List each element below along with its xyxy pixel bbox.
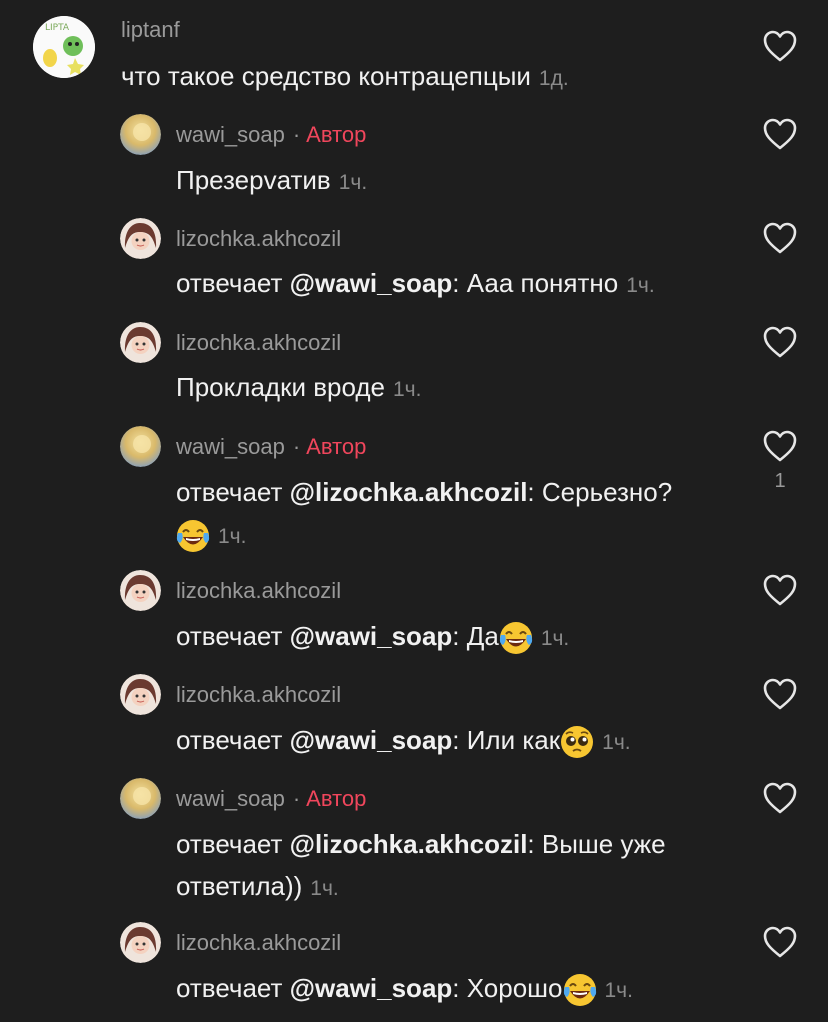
comment-text: отвечает @wawi_soap: Ааа понятно 1ч. [176,263,655,306]
comment-time: 1ч. [393,378,422,401]
avatar-wawi-soap[interactable] [120,114,161,155]
username-text[interactable]: wawi_soap [176,122,285,147]
username-text[interactable]: wawi_soap [176,786,285,811]
comment-time: 1ч. [218,525,247,548]
avatar-lizochka[interactable] [120,570,161,611]
comment-body-line2: ответила)) [176,871,303,901]
comment-username[interactable]: lizochka.akhcozil [176,226,341,252]
face-with-tears-of-joy-emoji [176,520,210,553]
comment-username[interactable]: liptanf [121,17,180,43]
username-text[interactable]: wawi_soap [176,434,285,459]
mention-link[interactable]: @wawi_soap [290,725,453,755]
comment-text: отвечает @wawi_soap: Да 1ч. [176,616,569,659]
comment-body: : Ааа понятно [452,268,619,298]
comment-time: 1ч. [338,171,368,194]
avatar-lizochka[interactable] [120,218,161,259]
comment-time: 1ч. [626,274,655,297]
face-with-tears-of-joy-emoji [563,974,596,1007]
separator-dot: · [292,786,301,811]
like-heart-icon[interactable] [762,573,798,607]
mention-link[interactable]: @wawi_soap [290,973,453,1003]
comment-body: что такое средство контрацепцыи [121,61,531,91]
comment-text-line2: 1ч. [176,514,246,557]
avatar-wawi-soap[interactable] [120,426,161,467]
separator-dot: · [292,434,301,459]
avatar-lizochka[interactable] [120,674,161,715]
like-heart-icon[interactable] [762,429,798,463]
pleading-face-emoji [561,726,594,759]
comment-text: что такое средство контрацепцыи 1д. [121,56,569,99]
mention-link[interactable]: @lizochka.akhcozil [290,829,528,859]
reply-prefix: отвечает [176,477,290,507]
comment-username[interactable]: lizochka.akhcozil [176,578,341,604]
comment-username[interactable]: wawi_soap · Автор [176,786,366,812]
mention-link[interactable]: @wawi_soap [290,268,453,298]
comment-time: 1ч. [310,877,339,900]
like-heart-icon[interactable] [762,29,798,63]
comment-body: Прокладки вроде [176,372,385,402]
reply-prefix: отвечает [176,829,290,859]
comment-text: отвечает @lizochka.akhcozil: Выше уже [176,824,666,864]
separator-dot: · [292,122,301,147]
comment-body: : Или как [452,725,561,755]
like-heart-icon[interactable] [762,221,798,255]
avatar-lizochka[interactable] [120,922,161,963]
avatar-liptanf[interactable]: LIPTA [33,16,95,78]
author-badge: Автор [306,786,367,811]
reply-prefix: отвечает [176,621,290,651]
comment-username[interactable]: lizochka.akhcozil [176,930,341,956]
mention-link[interactable]: @wawi_soap [290,621,453,651]
comment-body: : Серьезно? [527,477,673,507]
comment-text-line2: ответила)) 1ч. [176,866,339,909]
author-badge: Автор [306,434,367,459]
reply-prefix: отвечает [176,973,290,1003]
comment-username[interactable]: lizochka.akhcozil [176,682,341,708]
comment-text: Прокладки вроде 1ч. [176,367,421,410]
comment-time: 1ч. [604,979,633,1002]
comment-username[interactable]: lizochka.akhcozil [176,330,341,356]
face-with-tears-of-joy-emoji [499,622,532,655]
avatar-lizochka[interactable] [120,322,161,363]
like-heart-icon[interactable] [762,117,798,151]
comment-text: отвечает @wawi_soap: Или как 1ч. [176,720,631,763]
like-heart-icon[interactable] [762,925,798,959]
comment-body: Презерvатив [176,165,331,195]
comment-body: : Выше уже [527,829,666,859]
comment-body: : Хорошо [452,973,563,1003]
comment-text: отвечает @lizochka.akhcozil: Серьезно? [176,472,672,512]
comment-time: 1ч. [602,731,631,754]
svg-text:LIPTA: LIPTA [45,23,70,33]
reply-prefix: отвечает [176,268,290,298]
like-heart-icon[interactable] [762,325,798,359]
comment-username[interactable]: wawi_soap · Автор [176,434,366,460]
like-heart-icon[interactable] [762,781,798,815]
comment-text: отвечает @wawi_soap: Хорошо 1ч. [176,968,633,1011]
avatar-wawi-soap[interactable] [120,778,161,819]
like-heart-icon[interactable] [762,677,798,711]
comment-username[interactable]: wawi_soap · Автор [176,122,366,148]
comment-text: Презерvатив 1ч. [176,160,367,203]
mention-link[interactable]: @lizochka.akhcozil [290,477,528,507]
comment-time: 1д. [538,67,569,90]
like-count: 1 [774,470,786,492]
reply-prefix: отвечает [176,725,290,755]
comment-body: : Да [452,621,499,651]
comment-time: 1ч. [540,627,570,650]
author-badge: Автор [306,122,367,147]
